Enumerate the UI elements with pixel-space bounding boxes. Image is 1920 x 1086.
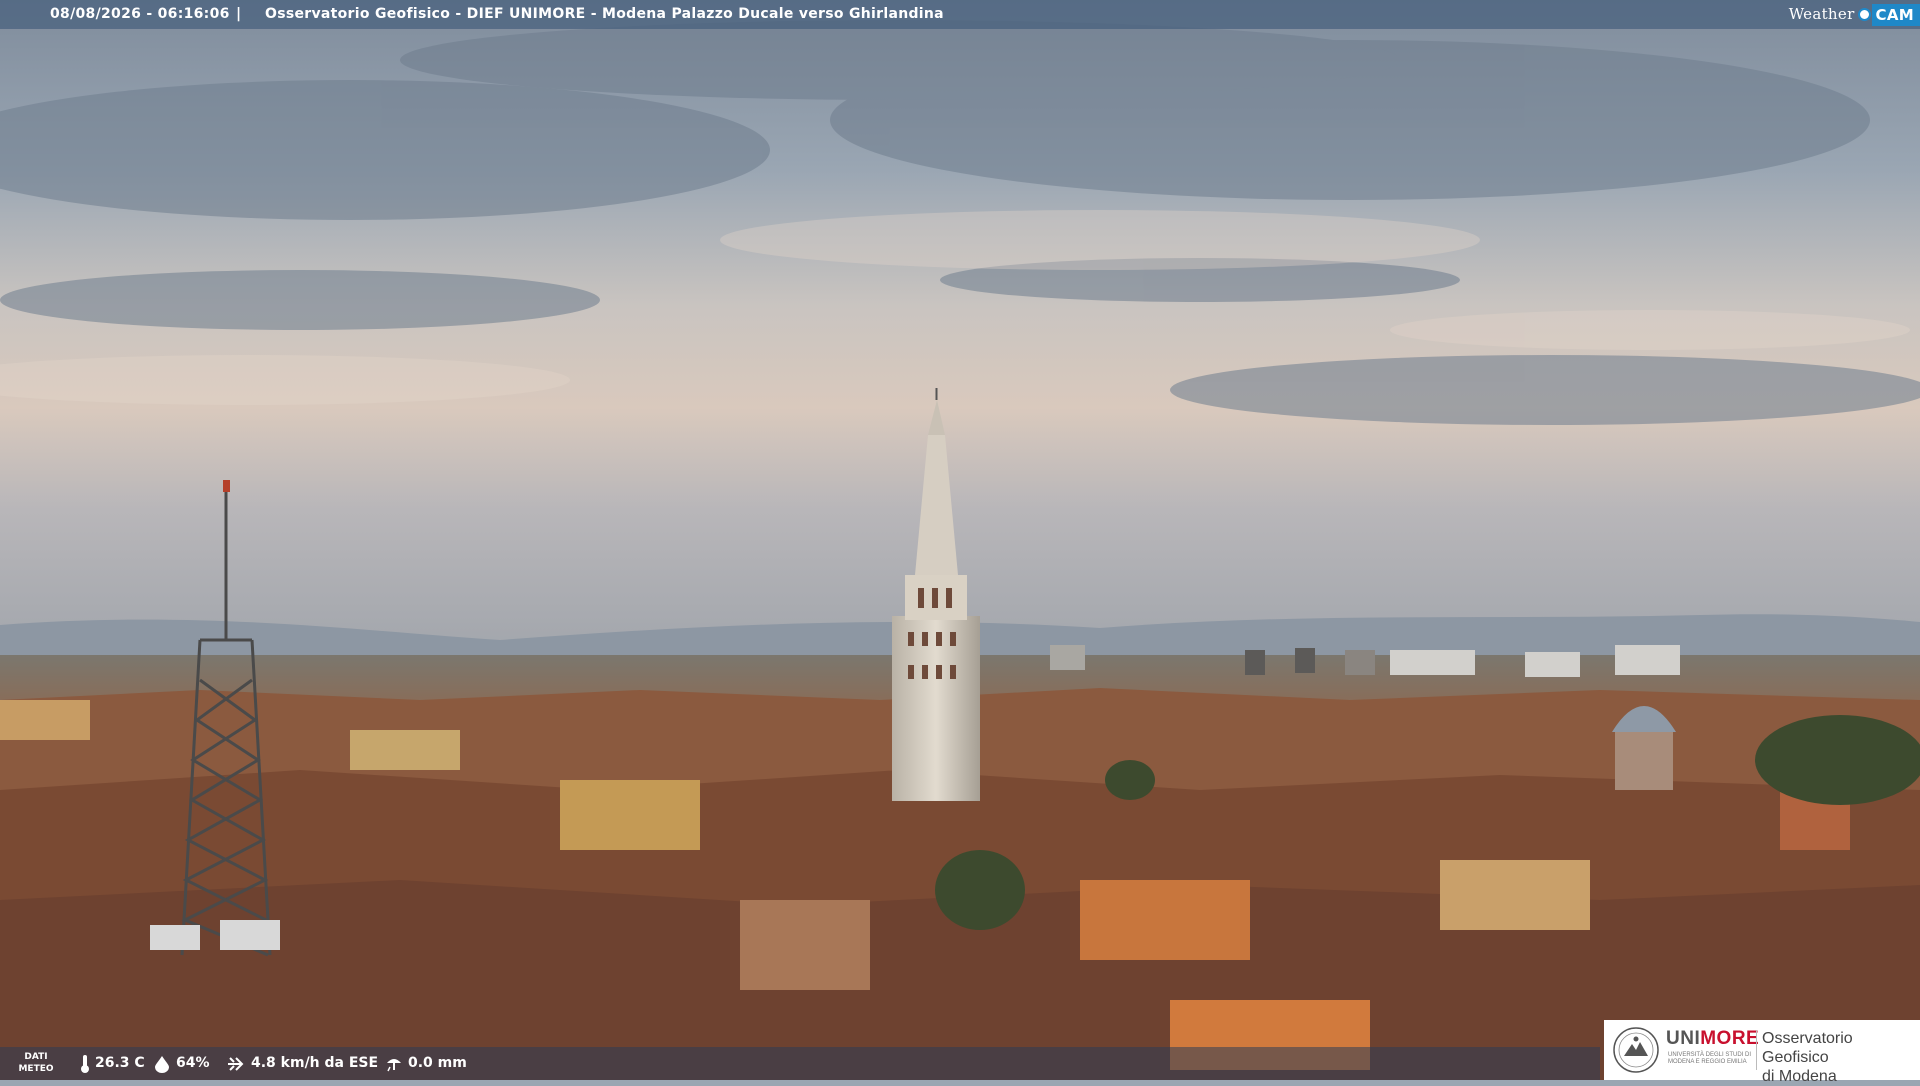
rain-reading: 0.0 mm — [385, 1047, 467, 1080]
brand-dot-icon — [1857, 8, 1871, 21]
camera-location: Osservatorio Geofisico - DIEF UNIMORE - … — [265, 6, 944, 22]
overlay-title-bar: 08/08/2026 - 06:16:06 | Osservatorio Geo… — [0, 0, 1920, 29]
rain-icon — [387, 1058, 401, 1071]
unimore-logo-panel: UNIMORE UNIVERSITÀ DEGLI STUDI DI MODENA… — [1604, 1020, 1920, 1085]
humidity-drop-icon — [155, 1055, 169, 1073]
brand-weather-text: Weather — [1788, 5, 1855, 23]
webcam-image — [0, 0, 1920, 1080]
brand-cam-text: CAM — [1871, 3, 1920, 26]
timestamp: 08/08/2026 - 06:16:06 — [50, 6, 230, 22]
unimore-subtitle: UNIVERSITÀ DEGLI STUDI DI MODENA E REGGI… — [1668, 1052, 1752, 1065]
logo-divider — [1756, 1030, 1757, 1070]
wind-value: 4.8 km/h da ESE — [251, 1055, 379, 1071]
thermometer-icon — [81, 1054, 89, 1073]
unimore-wordmark: UNIMORE — [1666, 1028, 1760, 1049]
temperature-value: 26.3 C — [95, 1055, 145, 1071]
rain-value: 0.0 mm — [408, 1055, 467, 1071]
weather-data-bar: DATI METEO 26.3 C 64% 4.8 km/h da ESE 0.… — [0, 1047, 1600, 1080]
unimore-seal-icon — [1613, 1027, 1659, 1073]
wind-icon — [228, 1056, 244, 1071]
wind-reading: 4.8 km/h da ESE — [226, 1047, 378, 1080]
humidity-value: 64% — [176, 1055, 210, 1071]
temperature-reading: 26.3 C — [80, 1047, 145, 1080]
humidity-reading: 64% — [153, 1047, 210, 1080]
weather-data-label: DATI METEO — [18, 1052, 54, 1074]
title-separator: | — [236, 6, 242, 22]
observatory-name: Osservatorio Geofisico di Modena — [1762, 1030, 1853, 1085]
weathercam-logo: Weather CAM — [1789, 0, 1920, 29]
